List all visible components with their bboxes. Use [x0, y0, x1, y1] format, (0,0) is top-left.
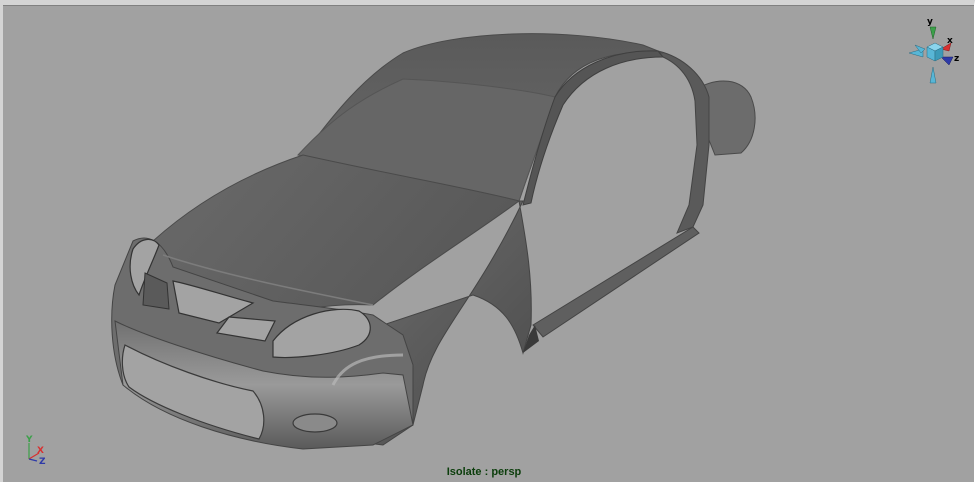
viewport-status-label: Isolate : persp: [446, 466, 522, 478]
axis-x-label: X: [37, 446, 44, 456]
axis-indicator: Y X Z: [25, 435, 46, 465]
view-cube-z-cone[interactable]: [940, 56, 954, 66]
view-cube-gizmo[interactable]: y x z: [905, 15, 965, 87]
fog-light: [292, 413, 338, 433]
view-cube-y-label: y: [927, 17, 933, 27]
axis-y-label: Y: [25, 435, 33, 445]
axis-z-label: Z: [39, 457, 46, 465]
view-cube-z-label: z: [954, 54, 959, 64]
view-cube-y-cone[interactable]: [929, 26, 937, 40]
perspective-viewport[interactable]: y x z Y X Z Isolate : persp: [0, 0, 975, 482]
car-body-model[interactable]: [3, 5, 975, 487]
rear-pillar: [657, 50, 710, 234]
view-cube-neg-y-cone[interactable]: [929, 66, 937, 84]
side-sill: [532, 226, 700, 338]
